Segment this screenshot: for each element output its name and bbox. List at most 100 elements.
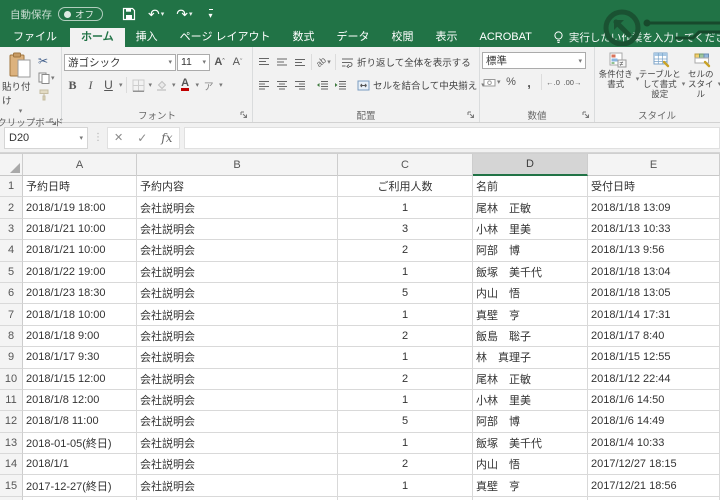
cell-B11[interactable]: 会社説明会 [137, 390, 338, 411]
bold-button[interactable]: B [64, 77, 81, 94]
cell-D1[interactable]: 名前 [473, 176, 588, 197]
cell-C5[interactable]: 1 [338, 262, 473, 283]
increase-decimal-button[interactable]: ←.0 [545, 74, 562, 91]
cell-E15[interactable]: 2017/12/21 18:56 [588, 475, 720, 496]
cell-A11[interactable]: 2018/1/8 12:00 [23, 390, 137, 411]
increase-font-size-button[interactable]: Aˆ [211, 54, 228, 71]
row-header-11[interactable]: 11 [0, 390, 23, 411]
tab-view[interactable]: 表示 [425, 28, 469, 47]
conditional-formatting-button[interactable]: ≠ 条件付き書式▾ [597, 51, 639, 90]
paste-caret-icon[interactable]: ▾ [19, 107, 23, 115]
cell-C14[interactable]: 2 [338, 454, 473, 475]
cell-C8[interactable]: 2 [338, 326, 473, 347]
cell-B3[interactable]: 会社説明会 [137, 219, 338, 240]
decrease-indent-icon[interactable] [314, 77, 331, 94]
cell-D15[interactable]: 真壁 亨 [473, 475, 588, 496]
cell-A15[interactable]: 2017-12-27(終日) [23, 475, 137, 496]
cell-E8[interactable]: 2018/1/17 8:40 [588, 326, 720, 347]
column-header-D[interactable]: D [473, 154, 588, 176]
row-header-13[interactable]: 13 [0, 433, 23, 454]
cell-E7[interactable]: 2018/1/14 17:31 [588, 304, 720, 325]
cell-D11[interactable]: 小林 里美 [473, 390, 588, 411]
cell-B13[interactable]: 会社説明会 [137, 433, 338, 454]
save-icon[interactable] [117, 3, 141, 25]
cell-C9[interactable]: 1 [338, 347, 473, 368]
align-bottom-icon[interactable] [291, 54, 308, 71]
cell-B7[interactable]: 会社説明会 [137, 304, 338, 325]
cell-A4[interactable]: 2018/1/21 10:00 [23, 240, 137, 261]
cell-C1[interactable]: ご利用人数 [338, 176, 473, 197]
row-header-4[interactable]: 4 [0, 240, 23, 261]
cell-E2[interactable]: 2018/1/18 13:09 [588, 197, 720, 218]
cell-B9[interactable]: 会社説明会 [137, 347, 338, 368]
font-color-button[interactable]: A [177, 77, 194, 94]
underline-button[interactable]: U [100, 77, 117, 94]
cell-D14[interactable]: 内山 悟 [473, 454, 588, 475]
format-as-table-button[interactable]: テーブルとして書式設定▾ [639, 51, 685, 100]
row-header-1[interactable]: 1 [0, 176, 23, 197]
redo-caret-icon[interactable]: ▾ [189, 10, 193, 18]
cell-B8[interactable]: 会社説明会 [137, 326, 338, 347]
cell-C2[interactable]: 1 [338, 197, 473, 218]
cell-D10[interactable]: 尾林 正敏 [473, 369, 588, 390]
align-center-icon[interactable] [273, 77, 290, 94]
cell-D9[interactable]: 林 真理子 [473, 347, 588, 368]
paste-button[interactable]: 貼り付け ▾ [2, 49, 38, 115]
cell-C12[interactable]: 5 [338, 411, 473, 432]
tab-file[interactable]: ファイル [0, 28, 70, 47]
cell-styles-button[interactable]: セルのスタイル▾ [685, 51, 720, 100]
cell-B14[interactable]: 会社説明会 [137, 454, 338, 475]
cell-B4[interactable]: 会社説明会 [137, 240, 338, 261]
cell-D8[interactable]: 飯島 聡子 [473, 326, 588, 347]
wrap-text-button[interactable]: 折り返して全体を表示する [339, 54, 473, 71]
column-header-A[interactable]: A [23, 154, 137, 176]
row-header-2[interactable]: 2 [0, 197, 23, 218]
cell-C6[interactable]: 5 [338, 283, 473, 304]
tab-review[interactable]: 校閲 [381, 28, 425, 47]
cell-A5[interactable]: 2018/1/22 19:00 [23, 262, 137, 283]
cell-A9[interactable]: 2018/1/17 9:30 [23, 347, 137, 368]
cell-D4[interactable]: 阿部 博 [473, 240, 588, 261]
currency-format-button[interactable]: ▾ [482, 74, 502, 91]
format-painter-button[interactable] [38, 87, 55, 102]
cell-E12[interactable]: 2018/1/6 14:49 [588, 411, 720, 432]
cell-E10[interactable]: 2018/1/12 22:44 [588, 369, 720, 390]
row-header-5[interactable]: 5 [0, 262, 23, 283]
cell-A14[interactable]: 2018/1/1 [23, 454, 137, 475]
font-name-combo[interactable]: 游ゴシック ▾ [64, 54, 176, 71]
cell-B12[interactable]: 会社説明会 [137, 411, 338, 432]
merge-center-button[interactable]: セルを結合して中央揃え ▾ [355, 77, 487, 94]
increase-indent-icon[interactable] [332, 77, 349, 94]
align-left-icon[interactable] [255, 77, 272, 94]
cell-A8[interactable]: 2018/1/18 9:00 [23, 326, 137, 347]
fill-color-button[interactable] [153, 77, 170, 94]
cell-A7[interactable]: 2018/1/18 10:00 [23, 304, 137, 325]
decrease-decimal-button[interactable]: .00→ [563, 74, 583, 91]
phonetic-guide-button[interactable]: ア [200, 77, 217, 94]
align-top-icon[interactable] [255, 54, 272, 71]
cell-E14[interactable]: 2017/12/27 18:15 [588, 454, 720, 475]
enter-icon[interactable]: ✓ [137, 131, 147, 145]
tell-me-box[interactable]: 実行したい作業を入力してください [543, 28, 720, 47]
tab-acrobat[interactable]: ACROBAT [469, 28, 543, 47]
cell-A10[interactable]: 2018/1/15 12:00 [23, 369, 137, 390]
column-header-E[interactable]: E [588, 154, 720, 176]
cell-E3[interactable]: 2018/1/13 10:33 [588, 219, 720, 240]
cell-E4[interactable]: 2018/1/13 9:56 [588, 240, 720, 261]
tab-formulas[interactable]: 数式 [282, 28, 326, 47]
row-header-15[interactable]: 15 [0, 475, 23, 496]
formula-input[interactable] [184, 127, 720, 149]
cut-button[interactable]: ✂ [38, 53, 55, 68]
cell-A6[interactable]: 2018/1/23 18:30 [23, 283, 137, 304]
row-header-7[interactable]: 7 [0, 304, 23, 325]
cell-D12[interactable]: 阿部 博 [473, 411, 588, 432]
tab-home[interactable]: ホーム [70, 28, 125, 47]
tab-page-layout[interactable]: ページ レイアウト [169, 28, 282, 47]
row-header-9[interactable]: 9 [0, 347, 23, 368]
cell-A13[interactable]: 2018-01-05(終日) [23, 433, 137, 454]
cell-E11[interactable]: 2018/1/6 14:50 [588, 390, 720, 411]
font-dialog-launcher-icon[interactable] [240, 111, 248, 119]
cell-E5[interactable]: 2018/1/18 13:04 [588, 262, 720, 283]
cancel-icon[interactable]: ✕ [114, 131, 123, 144]
tab-insert[interactable]: 挿入 [125, 28, 169, 47]
